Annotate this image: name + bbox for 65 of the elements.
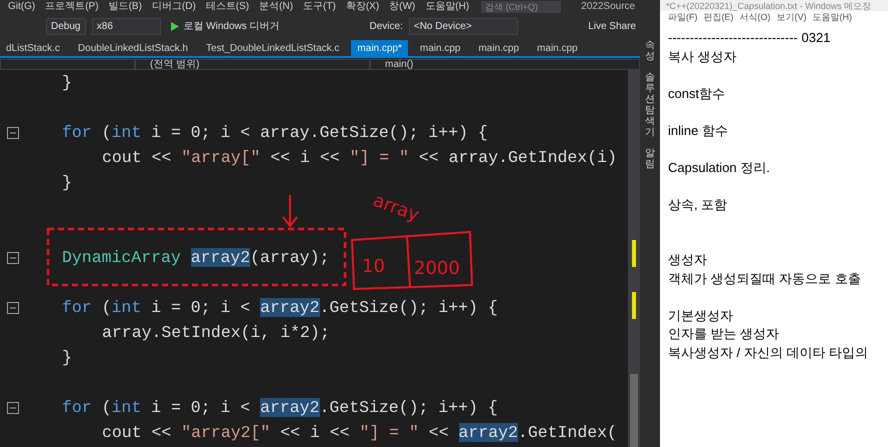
text-line: 복사생성자 / 자신의 데이타 타입의	[668, 344, 868, 360]
side-panel-tab[interactable]: 알림	[645, 148, 655, 170]
collapse-icon[interactable]	[7, 126, 19, 138]
menu-item[interactable]: 빌드(B)	[108, 1, 142, 13]
text-area[interactable]: ------------------------------ 0321 복사 생성자 const함수 inline 함수 Capsulation 정리. 상속, 포함 생성자 객체가 생성되질때 자동으로 호출 기본생성자 인자를 받는 생성자 복사생성자 / 자신의 데이타 타입의	[660, 24, 888, 447]
code-line: cout << "array2[" << i << "] = " << array2.GetIndex(	[102, 422, 617, 444]
menu-item[interactable]: 도움말(H)	[425, 1, 470, 13]
search-field[interactable]: 검색 (Ctrl+Q)	[481, 1, 562, 13]
text-line: inline 함수	[668, 122, 728, 138]
menu-item[interactable]: 확장(X)	[346, 1, 380, 13]
play-icon	[171, 22, 180, 30]
menu-item[interactable]: 테스트(S)	[206, 1, 250, 13]
live-share-button[interactable]: Live Share	[584, 18, 640, 34]
text-line: const함수	[668, 86, 726, 100]
code-line: DynamicArray array2(array);	[62, 246, 330, 268]
code-line: }	[62, 72, 72, 94]
text-line: 객체가 생성되질때 자동으로 호출	[668, 270, 861, 286]
menu-item[interactable]: 창(W)	[389, 1, 416, 13]
side-panel-tab[interactable]: 솔루션 탐색기	[645, 72, 655, 138]
menu-item[interactable]: 분석(N)	[259, 1, 294, 13]
window-title: 2022Source	[581, 1, 636, 13]
code-line: cout << "array[" << i << "] = " << array.GetIndex(i)	[102, 146, 617, 168]
menu-item[interactable]: Git(G)	[8, 1, 36, 13]
menu-item[interactable]: 서식(O)	[740, 10, 770, 24]
run-debugger-button[interactable]: 로컬 Windows 디버거	[167, 18, 284, 34]
collapse-icon[interactable]	[7, 402, 19, 414]
scope-dropdown[interactable]: (전역 범위)	[135, 58, 370, 70]
side-panel-tab[interactable]: 속성	[645, 40, 655, 62]
text-line: 상속, 포함	[668, 196, 728, 212]
notepad-title: *C++(20220321)_Capsulation.txt - Windows 메모장	[666, 0, 872, 10]
device-dropdown[interactable]: <No Device>	[408, 18, 518, 34]
menu-item[interactable]: 도구(T)	[303, 1, 336, 13]
menu-item[interactable]: 보기(V)	[776, 10, 806, 24]
change-marker	[632, 292, 636, 320]
scrollbar[interactable]	[628, 70, 640, 447]
configuration-dropdown[interactable]: Debug	[46, 18, 86, 34]
code-line: for (int i = 0; i < array2.GetSize(); i++) {	[62, 296, 498, 318]
code-line: for (int i = 0; i < array.GetSize(); i++) {	[62, 122, 488, 144]
device-label: Device:	[370, 20, 403, 34]
collapse-icon[interactable]	[7, 302, 19, 314]
menu-item[interactable]: 프로젝트(P)	[45, 1, 99, 13]
handwritten-label: 10	[362, 256, 385, 277]
text-line: 인자를 받는 생성자	[668, 326, 780, 341]
collapse-icon[interactable]	[7, 252, 19, 264]
code-line: array.SetIndex(i, i*2);	[102, 322, 330, 344]
text-line: 기본생성자	[668, 308, 733, 322]
platform-dropdown[interactable]: x86	[92, 18, 162, 34]
code-line: }	[62, 172, 72, 194]
text-line: 생성자	[668, 252, 707, 267]
file-tab[interactable]: main.cpp*	[351, 40, 408, 56]
code-line: }	[62, 346, 72, 368]
code-line: for (int i = 0; i < array2.GetSize(); i++) {	[62, 396, 498, 418]
menu-item[interactable]: 디버그(D)	[152, 1, 196, 13]
handwritten-label: array	[370, 190, 422, 226]
change-marker	[632, 240, 636, 268]
handwritten-label: 2000	[414, 258, 460, 279]
text-line: Capsulation 정리.	[668, 160, 770, 174]
menu-item[interactable]: 도움말(H)	[812, 10, 852, 24]
scroll-thumb[interactable]	[630, 374, 638, 447]
menu-item[interactable]: 편집(E)	[704, 10, 734, 24]
text-line: 복사 생성자	[668, 48, 737, 64]
arrow	[282, 194, 298, 228]
member-dropdown[interactable]: main()	[370, 58, 640, 70]
menu-item[interactable]: 파일(F)	[668, 10, 698, 24]
text-line: ------------------------------ 0321	[668, 30, 830, 45]
